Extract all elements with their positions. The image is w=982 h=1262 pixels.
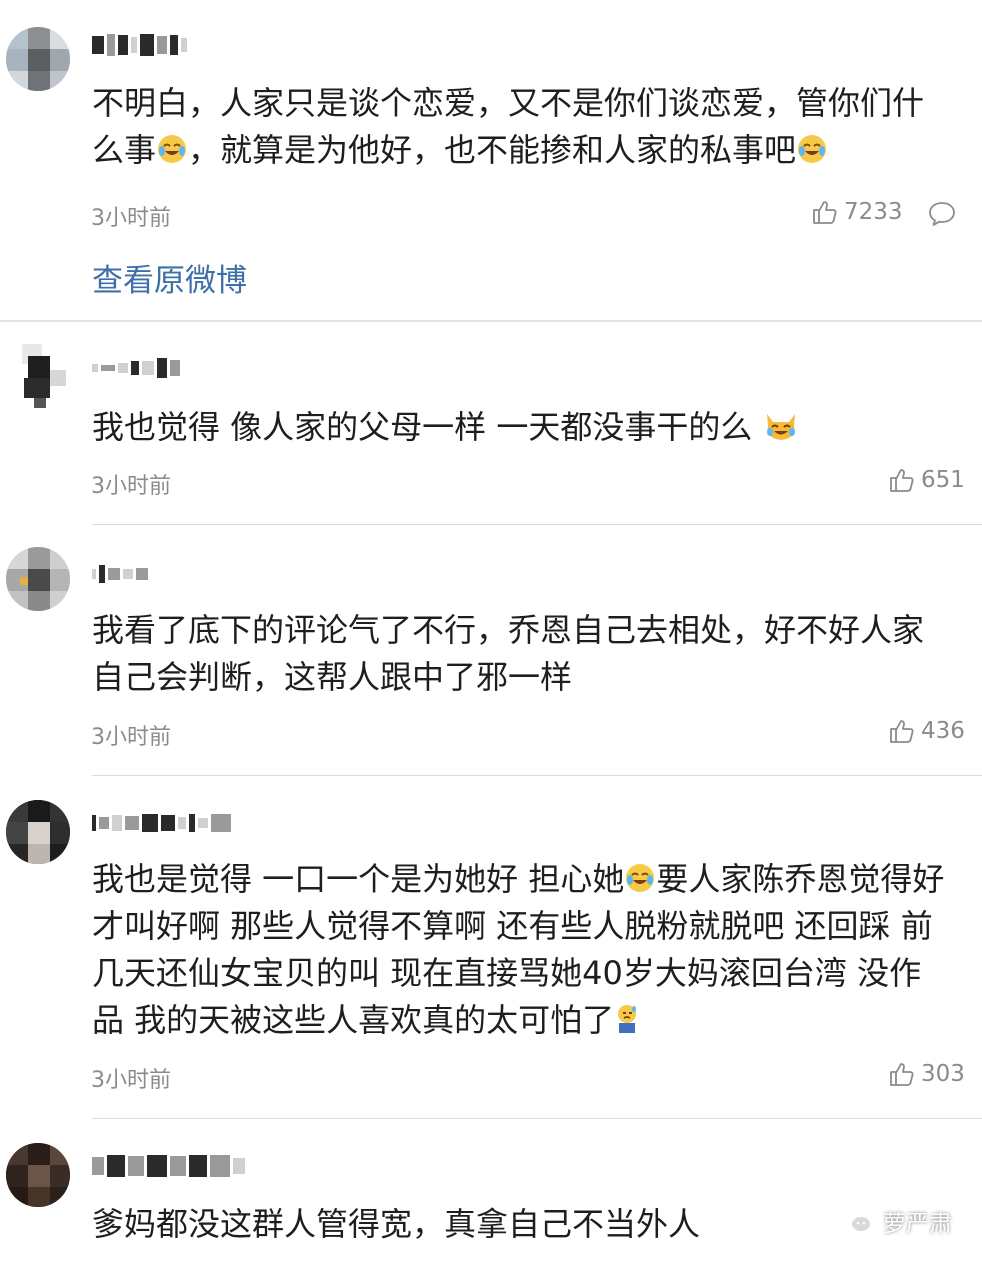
avatar[interactable] (6, 800, 70, 864)
laugh-cry-emoji (798, 135, 827, 163)
watermark: 萝严肃 (839, 1204, 952, 1238)
username-blurred[interactable] (92, 32, 187, 58)
like-button[interactable]: 651 (889, 467, 965, 493)
comment-bubble-icon[interactable] (928, 201, 956, 227)
comment-text: 爹妈都没这群人管得宽，真拿自己不当外人 (92, 1205, 701, 1243)
timestamp: 3小时前 (91, 474, 171, 499)
laugh-cry-emoji (626, 864, 655, 892)
comment-text: 不明白，人家只是谈个恋爱，又不是你们谈恋爱，管你们什么事 ，就算是为他好，也不能掺… (92, 84, 925, 169)
comment-text: 我也觉得 像人家的父母一样 一天都没事干的么 (92, 404, 952, 451)
like-count: 7233 (844, 199, 903, 225)
thumbs-up-icon (813, 201, 837, 224)
username-blurred[interactable] (92, 355, 180, 381)
avatar[interactable] (6, 27, 70, 91)
view-original-weibo-link[interactable]: 查看原微博 (92, 255, 247, 300)
cat-laugh-emoji (766, 414, 795, 440)
timestamp: 3小时前 (91, 1068, 171, 1093)
avatar[interactable] (6, 547, 70, 611)
like-count: 651 (921, 467, 965, 493)
thumbs-up-icon (890, 469, 914, 492)
username-blurred[interactable] (92, 1153, 245, 1179)
wechat-icon (840, 1208, 872, 1233)
avatar[interactable] (6, 1143, 70, 1207)
username-blurred[interactable] (92, 561, 148, 587)
timestamp: 3小时前 (91, 206, 171, 231)
comment-item: 我看了底下的评论气了不行，乔恩自己去相处，好不好人家自己会判断，这帮人跟中了邪一… (0, 525, 982, 775)
thumbs-up-icon (890, 720, 914, 743)
comment-item: 我也觉得 像人家的父母一样 一天都没事干的么 3小时前 651 (0, 322, 982, 524)
comment-text: 我看了底下的评论气了不行，乔恩自己去相处，好不好人家自己会判断，这帮人跟中了邪一… (92, 611, 925, 696)
watermark-label: 萝严肃 (883, 1211, 952, 1237)
like-count: 436 (921, 718, 965, 744)
comment-item: 不明白，人家只是谈个恋爱，又不是你们谈恋爱，管你们什么事 ，就算是为他好，也不能掺… (0, 0, 982, 320)
like-count: 303 (921, 1061, 965, 1087)
avatar[interactable] (6, 344, 70, 408)
sweat-emoji (618, 1005, 637, 1033)
timestamp: 3小时前 (91, 725, 171, 750)
thumbs-up-icon (890, 1063, 914, 1086)
laugh-cry-emoji (158, 135, 187, 163)
comment-item: 我也是觉得 一口一个是为她好 担心她 要人家陈乔恩觉得好才叫好啊 那些人觉得不算啊… (0, 776, 982, 1118)
comment-item: 爹妈都没这群人管得宽，真拿自己不当外人 (0, 1119, 982, 1262)
like-button[interactable]: 303 (889, 1061, 965, 1087)
comment-text: 我也是觉得 一口一个是为她好 担心她 要人家陈乔恩觉得好才叫好啊 那些人觉得不算啊… (92, 860, 945, 1039)
like-button[interactable]: 436 (889, 718, 965, 744)
like-button[interactable]: 7233 (812, 199, 903, 225)
username-blurred[interactable] (92, 810, 231, 836)
